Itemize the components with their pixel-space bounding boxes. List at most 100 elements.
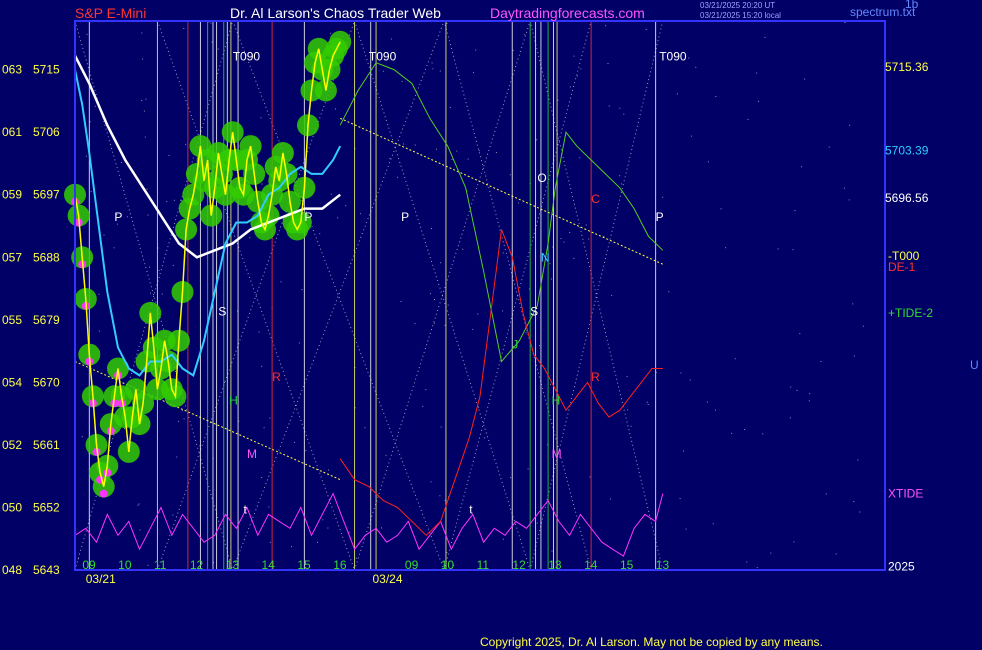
star-dot (502, 252, 504, 254)
y-tick-value: 5688 (33, 250, 60, 264)
star-dot (472, 328, 474, 330)
star-dot (536, 522, 538, 524)
star-dot (280, 281, 282, 283)
star-dot (145, 98, 147, 100)
star-dot (451, 159, 453, 160)
chart-marker-label: S (218, 305, 226, 319)
star-dot (364, 427, 366, 429)
star-dot (473, 72, 474, 74)
star-dot (551, 550, 553, 552)
x-hour-tick: 09 (82, 558, 96, 572)
star-dot (712, 523, 714, 525)
star-dot (291, 546, 292, 548)
right-value-label: 5715.36 (885, 60, 929, 74)
chart-marker-label: P (656, 210, 664, 224)
x-hour-tick: 14 (584, 558, 598, 572)
star-dot (626, 376, 628, 378)
star-dot (144, 136, 146, 138)
star-dot (852, 303, 854, 305)
star-dot (502, 538, 504, 540)
chart-marker-label: N (541, 250, 550, 264)
star-dot (605, 25, 607, 27)
y-tick-value: 5670 (33, 375, 60, 389)
x-hour-tick: 14 (262, 558, 276, 572)
star-dot (436, 148, 437, 150)
star-dot (495, 152, 497, 153)
star-dot (569, 232, 571, 233)
star-dot (269, 417, 271, 419)
chart-marker-label: J (512, 337, 518, 351)
star-dot (794, 210, 796, 212)
star-dot (397, 176, 399, 178)
star-dot (580, 68, 582, 70)
star-dot (478, 406, 480, 408)
star-dot (81, 436, 83, 438)
star-dot (359, 213, 361, 215)
y-tick-value: 5661 (33, 438, 60, 452)
star-dot (444, 499, 446, 501)
star-dot (261, 365, 263, 367)
star-dot (720, 208, 722, 210)
timestamp-ut: 03/21/2025 20:20 UT (700, 1, 776, 10)
star-dot (430, 481, 432, 483)
right-series-label: XTIDE (888, 487, 923, 501)
star-dot (113, 247, 115, 249)
star-dot (294, 441, 295, 443)
star-dot (715, 96, 717, 97)
star-dot (90, 191, 92, 193)
star-dot (560, 238, 562, 240)
star-dot (121, 162, 122, 163)
star-dot (467, 158, 469, 160)
star-dot (456, 150, 458, 152)
right-value-label: 5703.39 (885, 143, 929, 157)
star-dot (550, 383, 551, 385)
x-hour-tick: 13 (548, 558, 562, 572)
star-dot (777, 248, 779, 250)
site-link[interactable]: Daytradingforecasts.com (490, 5, 645, 21)
star-dot (330, 32, 332, 34)
x-hour-tick: 13 (656, 558, 670, 572)
star-dot (799, 333, 801, 335)
star-dot (550, 278, 552, 280)
star-dot (573, 55, 575, 57)
star-dot (414, 144, 416, 146)
right-value-label: 5696.56 (885, 191, 929, 205)
star-dot (432, 68, 434, 70)
star-dot (804, 78, 806, 80)
star-dot (549, 263, 551, 265)
star-dot (166, 201, 168, 203)
star-dot (756, 72, 758, 74)
x-date-label: 03/21 (86, 572, 116, 586)
star-dot (439, 495, 441, 497)
star-dot (576, 75, 578, 77)
star-dot (301, 289, 303, 291)
star-dot (168, 154, 170, 156)
star-dot (98, 330, 100, 332)
star-dot (210, 22, 212, 24)
star-dot (249, 237, 251, 239)
star-dot (319, 233, 321, 235)
chart-marker-label: H (552, 394, 561, 408)
x-hour-tick: 16 (333, 558, 347, 572)
x-hour-tick: 10 (441, 558, 455, 572)
star-dot (440, 262, 442, 264)
y-tick-short: 054 (2, 375, 22, 389)
star-dot (422, 405, 424, 407)
star-dot (433, 322, 435, 324)
y-tick-short: 059 (2, 188, 22, 202)
star-dot (825, 493, 827, 495)
chart-marker-label: R (272, 370, 281, 384)
star-dot (792, 249, 794, 251)
y-tick-short: 061 (2, 125, 22, 139)
star-dot (848, 199, 850, 201)
star-dot (322, 519, 324, 521)
star-dot (85, 155, 87, 157)
star-dot (796, 389, 798, 391)
star-dot (484, 437, 486, 439)
x-hour-tick: 11 (154, 558, 167, 572)
star-dot (217, 48, 219, 50)
star-dot (431, 228, 432, 230)
star-dot (94, 105, 96, 107)
star-dot (137, 504, 139, 506)
star-dot (862, 325, 864, 327)
